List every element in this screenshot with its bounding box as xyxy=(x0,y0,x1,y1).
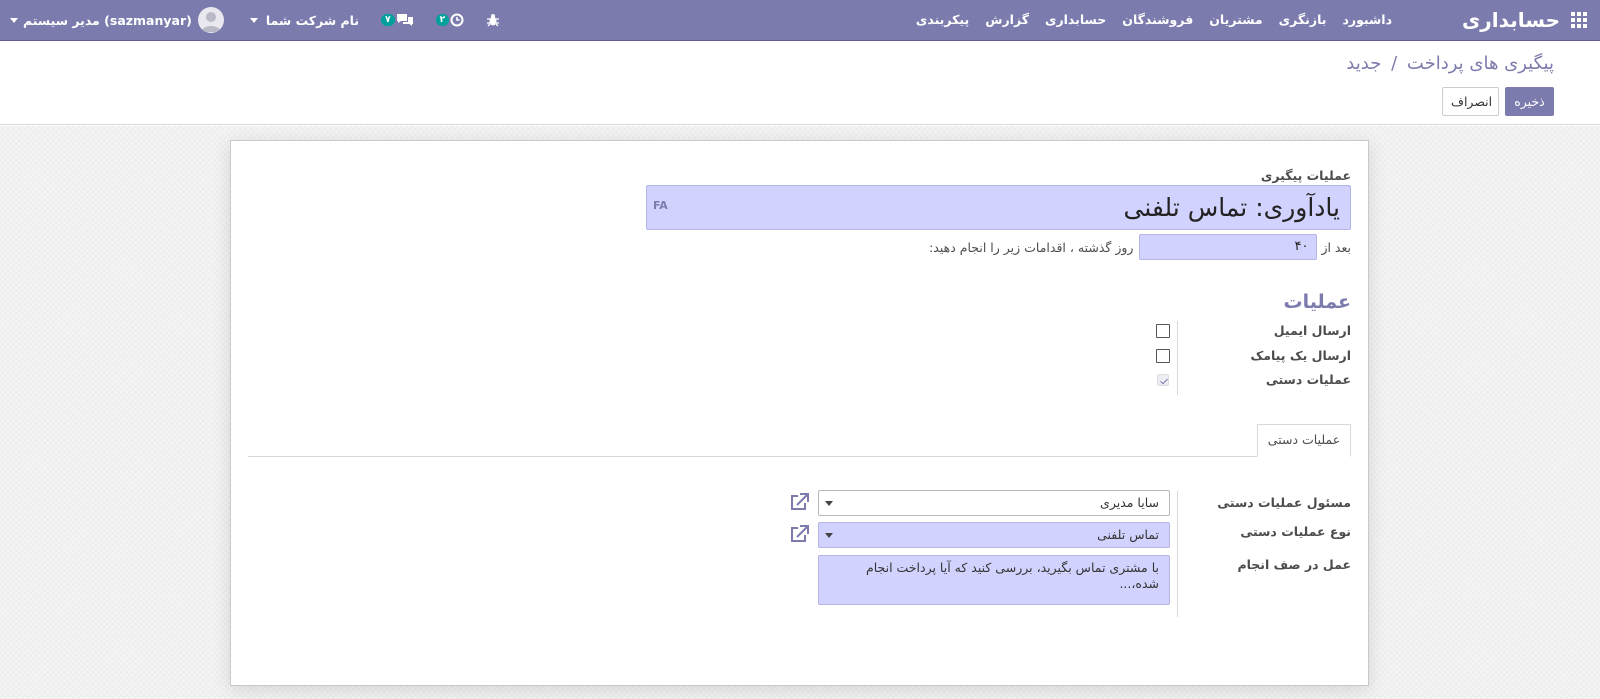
followup-name-input[interactable]: یادآوری: تماس تلفنی FA xyxy=(646,185,1351,230)
menu-item-accounting[interactable]: حسابداری xyxy=(1037,0,1114,40)
company-name: نام شرکت شما xyxy=(265,12,360,28)
save-button[interactable]: ذخیره xyxy=(1505,87,1554,116)
systray: مدیر سیستم (sazmanyar) نام شرکت شما ۷ ۲ xyxy=(10,0,522,40)
avatar-person-icon xyxy=(200,12,221,32)
action-note-label: عمل در صف انجام xyxy=(1237,557,1351,572)
menu-item-configuration[interactable]: پیکربندی xyxy=(908,0,977,40)
form-sheet: عملیات پیگیری یادآوری: تماس تلفنی FA بعد… xyxy=(230,140,1369,686)
menu-item-dashboard[interactable]: داشبورد xyxy=(1334,0,1400,40)
delay-suffix-label: روز گذشته ، اقدامات زیر را انجام دهید: xyxy=(929,239,1134,255)
send-email-checkbox[interactable] xyxy=(1156,324,1170,338)
responsible-caret-icon xyxy=(825,501,833,506)
actions-section-title: عملیات xyxy=(1283,291,1351,313)
send-sms-label: ارسال یک پیامک xyxy=(1250,348,1351,363)
menu-item-customers[interactable]: مشتریان xyxy=(1201,0,1270,40)
messages-badge: ۷ xyxy=(381,14,395,26)
followup-name-label: عملیات پیگیری xyxy=(1260,168,1351,183)
action-type-label: نوع عملیات دستی xyxy=(1240,524,1351,539)
translate-lang-button[interactable]: FA xyxy=(653,188,668,224)
tab-manual-action[interactable]: عملیات دستی xyxy=(1257,424,1351,457)
clock-icon xyxy=(450,13,464,27)
action-type-caret-icon xyxy=(825,533,833,538)
breadcrumb-current: جدید xyxy=(1346,53,1382,74)
breadcrumb-separator: / xyxy=(1391,53,1398,74)
apps-grid-icon[interactable] xyxy=(1570,11,1588,29)
debug-menu[interactable] xyxy=(486,13,500,27)
external-link-icon[interactable] xyxy=(789,493,809,511)
app-title[interactable]: حسابداری xyxy=(1462,6,1560,34)
chat-icon xyxy=(396,14,413,26)
delay-prefix-label: بعد از xyxy=(1321,239,1351,255)
control-panel: پیگیری های پرداخت / جدید ذخیره انصراف xyxy=(0,41,1600,125)
action-note-textarea[interactable]: با مشتری تماس بگیرید، بررسی کنید که آیا … xyxy=(818,555,1170,605)
delay-days-input[interactable]: ۴۰ xyxy=(1139,234,1318,260)
menu-item-vendors[interactable]: فروشندگان xyxy=(1114,0,1201,40)
user-caret-icon xyxy=(10,17,18,23)
activity-menu[interactable]: ۲ xyxy=(435,13,465,27)
manual-fields-divider xyxy=(1177,491,1178,617)
responsible-value: سایا مدیری xyxy=(1100,495,1159,510)
send-sms-checkbox[interactable] xyxy=(1156,349,1170,363)
breadcrumb: پیگیری های پرداخت / جدید xyxy=(1346,51,1554,77)
user-avatar xyxy=(197,7,224,33)
company-switcher[interactable]: نام شرکت شما xyxy=(249,12,360,28)
company-caret-icon xyxy=(249,17,258,23)
actions-divider xyxy=(1177,321,1178,395)
main-menu: داشبورد بازنگری مشتریان فروشندگان حسابدا… xyxy=(908,0,1400,40)
menu-item-reporting[interactable]: گزارش xyxy=(977,0,1037,40)
manual-action-label: عملیات دستی xyxy=(1265,372,1351,387)
menu-item-review[interactable]: بازنگری xyxy=(1271,0,1335,40)
action-type-value: تماس تلفنی xyxy=(1097,527,1159,542)
activities-badge: ۲ xyxy=(435,14,450,26)
user-name: مدیر سیستم (sazmanyar) xyxy=(23,12,192,28)
bug-icon xyxy=(487,14,500,27)
action-type-select[interactable]: تماس تلفنی xyxy=(818,522,1170,548)
delay-row: بعد از ۴۰ روز گذشته ، اقدامات زیر را انج… xyxy=(929,234,1351,260)
send-email-label: ارسال ایمیل xyxy=(1273,323,1351,338)
top-navbar: حسابداری داشبورد بازنگری مشتریان فروشندگ… xyxy=(0,0,1600,41)
followup-name-value: یادآوری: تماس تلفنی xyxy=(1123,193,1341,222)
manual-action-checkbox[interactable] xyxy=(1157,374,1169,386)
discard-button[interactable]: انصراف xyxy=(1442,87,1499,116)
notebook-tabs: عملیات دستی xyxy=(248,423,1351,457)
responsible-label: مسئول عملیات دستی xyxy=(1217,495,1351,510)
breadcrumb-parent[interactable]: پیگیری های پرداخت xyxy=(1407,53,1554,74)
user-menu[interactable]: مدیر سیستم (sazmanyar) xyxy=(10,7,224,33)
messaging-menu[interactable]: ۷ xyxy=(381,13,414,27)
responsible-select[interactable]: سایا مدیری xyxy=(818,490,1170,516)
external-link-icon[interactable] xyxy=(789,525,809,543)
